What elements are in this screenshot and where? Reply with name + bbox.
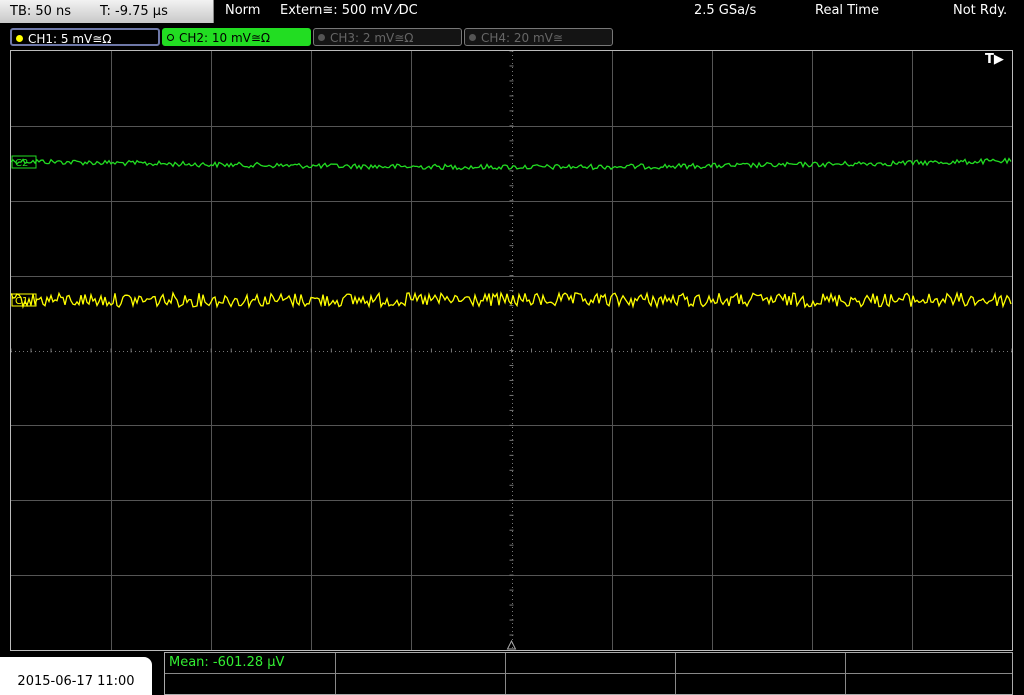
trigger-source-text: Extern≅: 500 mV — [280, 3, 393, 18]
trigger-mode[interactable]: Norm — [225, 3, 260, 18]
channel-1-offset-marker-label: C1 — [15, 296, 28, 307]
channel-3-button[interactable]: CH3: 2 mV≅Ω — [313, 28, 462, 46]
channel-1-button[interactable]: CH1: 5 mV≅Ω — [10, 28, 160, 46]
waveform-canvas: C2 C1 — [11, 51, 1012, 650]
trigger-position-marker[interactable]: T▶ — [985, 52, 1004, 67]
channel-1-icon — [16, 35, 23, 42]
trigger-point-icon — [506, 639, 517, 650]
trigger-source[interactable]: Extern≅: 500 mV ⁄DC — [280, 3, 418, 18]
channel-2-trace — [11, 157, 1012, 171]
trigger-time-readout: T: -9.75 µs — [100, 4, 168, 19]
channel-4-label: CH4: 20 mV≅ — [481, 31, 563, 45]
measurement-grid — [165, 653, 1012, 694]
trigger-coupling: DC — [398, 3, 418, 18]
channel-2-icon — [167, 34, 174, 41]
channel-4-icon — [469, 34, 476, 41]
status-bar: TB: 50 ns T: -9.75 µs Norm Extern≅: 500 … — [0, 0, 1024, 24]
channel-2-offset-marker-label: C2 — [15, 158, 28, 169]
measurement-panel[interactable] — [164, 652, 1013, 695]
channel-4-button[interactable]: CH4: 20 mV≅ — [464, 28, 613, 46]
channel-3-icon — [318, 34, 325, 41]
channel-bar: CH1: 5 mV≅Ω CH2: 10 mV≅Ω CH3: 2 mV≅Ω CH4… — [0, 26, 1024, 48]
waveform-display[interactable]: C2 C1 — [10, 50, 1013, 651]
datetime-readout: 2015-06-17 11:00 — [17, 674, 135, 689]
acquisition-mode[interactable]: Real Time — [815, 3, 879, 18]
channel-1-trace — [11, 291, 1012, 310]
acquisition-status: Not Rdy. — [953, 3, 1008, 18]
timebase-panel[interactable]: TB: 50 ns T: -9.75 µs — [0, 0, 214, 23]
mean-measurement: Mean: -601.28 µV — [169, 655, 285, 670]
channel-2-button[interactable]: CH2: 10 mV≅Ω — [162, 28, 311, 46]
channel-3-label: CH3: 2 mV≅Ω — [330, 31, 414, 45]
channel-1-label: CH1: 5 mV≅Ω — [28, 32, 112, 46]
channel-2-label: CH2: 10 mV≅Ω — [179, 31, 271, 45]
sample-rate: 2.5 GSa/s — [694, 3, 757, 18]
datetime-panel: 2015-06-17 11:00 — [0, 657, 152, 695]
timebase-readout: TB: 50 ns — [10, 4, 72, 19]
channel-2-offset-marker[interactable]: C2 — [11, 155, 37, 169]
